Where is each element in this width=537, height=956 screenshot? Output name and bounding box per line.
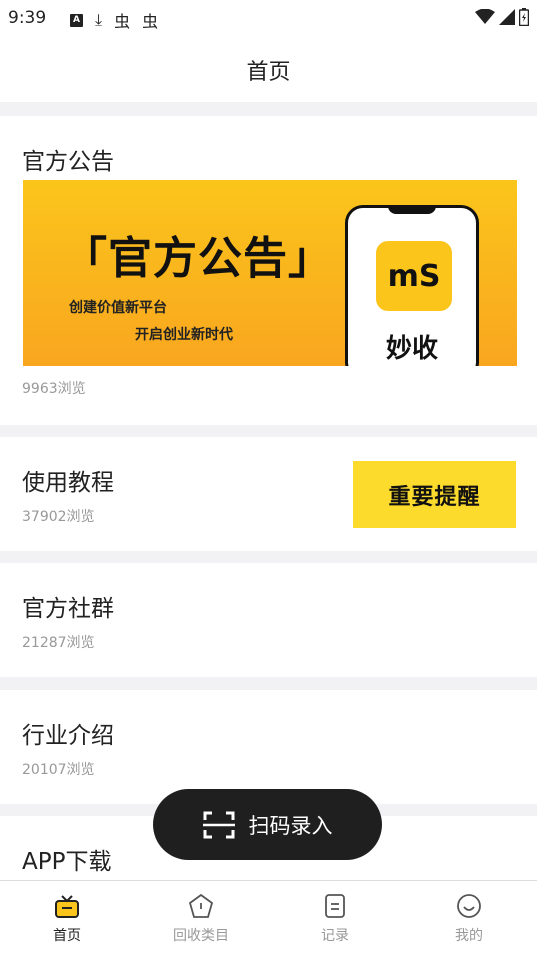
battery-icon bbox=[519, 8, 529, 26]
card-title: 官方社群 bbox=[22, 596, 114, 622]
card-title: 使用教程 bbox=[22, 470, 114, 496]
banner-headline: 「官方公告」 bbox=[63, 233, 333, 284]
view-count: 20107浏览 bbox=[22, 762, 95, 778]
bug-icon: 虫 bbox=[142, 12, 159, 31]
notification-icons: A ⤓ 虫 虫 bbox=[70, 8, 158, 32]
tab-records[interactable]: 记录 bbox=[285, 893, 385, 945]
signal-icon bbox=[499, 9, 515, 25]
tab-label: 记录 bbox=[321, 928, 349, 944]
app-logo-icon: mS bbox=[376, 241, 452, 311]
bug-icon: 虫 bbox=[114, 12, 131, 31]
page-title: 首页 bbox=[246, 60, 291, 85]
banner-subtitle: 开启创业新时代 bbox=[135, 327, 233, 343]
list-item[interactable]: 行业介绍 20107浏览 bbox=[0, 690, 537, 804]
profile-icon bbox=[457, 894, 481, 918]
phone-notch bbox=[388, 206, 436, 214]
announcement-card[interactable]: 官方公告 「官方公告」 创建价值新平台 开启创业新时代 mS 妙收 9963浏览 bbox=[0, 116, 537, 425]
tab-home[interactable]: 首页 bbox=[17, 893, 117, 945]
tab-label: 回收类目 bbox=[173, 928, 229, 944]
view-count: 9963浏览 bbox=[22, 381, 86, 397]
system-icons bbox=[475, 8, 529, 26]
view-count: 37902浏览 bbox=[22, 509, 95, 525]
category-icon bbox=[188, 893, 214, 918]
tab-profile[interactable]: 我的 bbox=[419, 893, 519, 945]
app-name: 妙收 bbox=[385, 334, 438, 364]
card-title: 官方公告 bbox=[22, 149, 114, 175]
banner-subtitle: 创建价值新平台 bbox=[69, 300, 167, 316]
home-icon bbox=[55, 895, 79, 918]
bottom-tab-bar: 首页 回收类目 记录 我的 bbox=[0, 880, 537, 956]
record-icon bbox=[325, 894, 345, 918]
tab-category[interactable]: 回收类目 bbox=[151, 893, 251, 945]
download-icon: ⤓ bbox=[95, 10, 103, 29]
scan-entry-button[interactable]: 扫码录入 bbox=[153, 789, 382, 860]
scan-icon bbox=[202, 811, 235, 838]
tab-label: 我的 bbox=[455, 928, 483, 944]
phone-illustration: mS 妙收 bbox=[345, 205, 479, 366]
view-count: 21287浏览 bbox=[22, 635, 95, 651]
notification-a-icon: A bbox=[70, 13, 83, 27]
list-item[interactable]: 官方社群 21287浏览 bbox=[0, 563, 537, 677]
wifi-icon bbox=[475, 9, 495, 24]
list-item[interactable]: 使用教程 37902浏览 重要提醒 bbox=[0, 437, 537, 551]
card-title: APP下载 bbox=[22, 849, 112, 875]
page-header: 首页 bbox=[0, 36, 537, 102]
card-title: 行业介绍 bbox=[22, 723, 114, 749]
tab-label: 首页 bbox=[53, 928, 81, 944]
status-time: 9:39 bbox=[8, 8, 47, 28]
announcement-banner[interactable]: 「官方公告」 创建价值新平台 开启创业新时代 mS 妙收 bbox=[23, 180, 517, 366]
important-notice-badge[interactable]: 重要提醒 bbox=[353, 461, 516, 528]
status-bar: 9:39 A ⤓ 虫 虫 bbox=[0, 0, 537, 36]
scan-entry-label: 扫码录入 bbox=[248, 813, 333, 838]
